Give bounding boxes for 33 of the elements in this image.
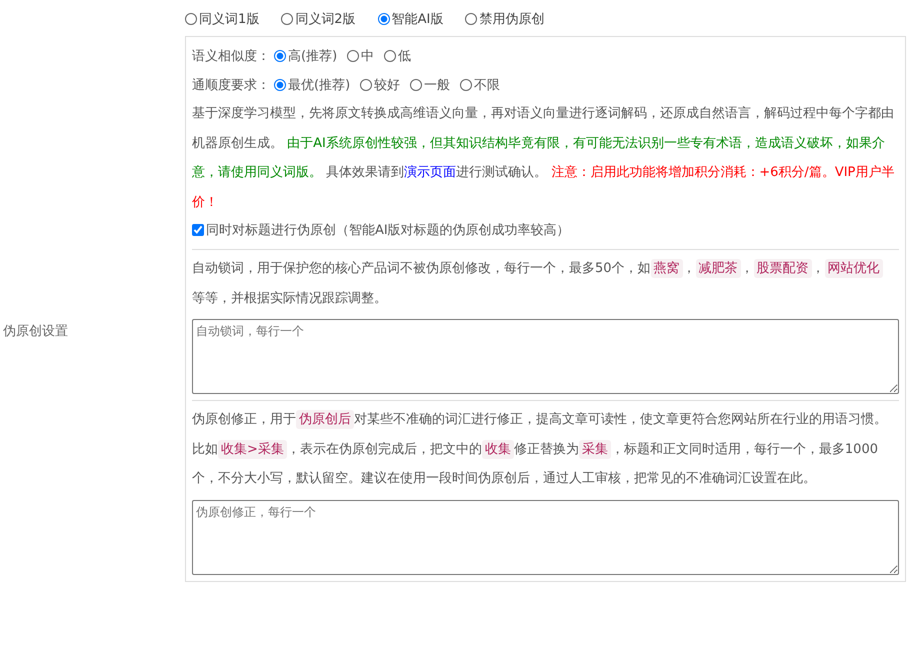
lock-words-field[interactable]: 自动锁词，每行一个 [192, 319, 899, 394]
option-label: 通顺度要求： [192, 76, 270, 94]
settings-label: 伪原创设置 [3, 323, 68, 340]
option-radio[interactable]: 一般 [410, 76, 450, 94]
option-radio[interactable]: 高(推荐) [274, 46, 338, 64]
radio-button[interactable] [460, 78, 472, 90]
option-radio[interactable]: 不限 [460, 76, 500, 94]
option-radio[interactable]: 最优(推荐) [274, 76, 350, 94]
radio-button[interactable] [378, 13, 390, 25]
radio-button[interactable] [274, 50, 286, 62]
option-radio[interactable]: 中 [347, 46, 374, 64]
radio-button[interactable] [465, 13, 478, 25]
correction-text: 伪原创修正，用于 伪原创后 对某些不准确的词汇进行修正，提高文章可读性，使文章更符合您网站所在行业的用语习惯。比如 收集>采集 ，表示在伪原创完成后，把文中的 收集 修正替换为 采集 ，标题和正文同时适用，每行一个，最多1000个，不分大小写，默认留空。建议在使用一段时间伪原创后，通过人工审核，把常见的不准确词汇设置在此。 [192, 409, 888, 488]
correction-field[interactable]: 伪原创修正，每行一个 [192, 500, 899, 574]
option-label: 语义相似度： [192, 48, 270, 64]
mode-radio[interactable]: 同义词1版 [185, 10, 260, 28]
radio-button[interactable] [274, 78, 286, 90]
radio-button[interactable] [185, 13, 197, 25]
mode-radio[interactable]: 智能AI版 [378, 10, 444, 28]
radio-button[interactable] [360, 78, 372, 90]
radio-button[interactable] [384, 50, 396, 62]
description-text: 基于深度学习模型，先将原文转换成高维语义向量，再对语义向量进行逐词解码，还原成自然语言，解码过程中每个字都由机器原创生成。 由于AI系统原创性较强，但其知识结构毕竟有限，有可能无法识别一些专有术语，造成语义破坏，如果介意，请使用同义词版。 具体效果请到演示页面进行测试确认。 注意：启用此功能将增加积分消耗：+6积分/篇。VIP用户半价！ [192, 105, 896, 212]
lock-words-text: 自动锁词，用于保护您的核心产品词不被伪原创修改，每行一个，最多50个，如 燕窝 ， 减肥茶 ， 股票配资 ， 网站优化 等等，并根据实际情况跟踪调整。 [192, 254, 899, 313]
option-radio[interactable]: 较好 [360, 76, 400, 94]
demo-page-link[interactable]: 演示页面 [404, 165, 456, 180]
option-radio[interactable]: 低 [384, 46, 412, 64]
radio-button[interactable] [347, 50, 360, 62]
radio-button[interactable] [281, 13, 294, 25]
title-checkbox[interactable]: 同时对标题进行伪原创（智能AI版对标题的伪原创成功率较高） [192, 217, 570, 243]
radio-button[interactable] [410, 78, 422, 90]
mode-radio[interactable]: 禁用伪原创 [465, 10, 544, 28]
checkbox[interactable] [192, 224, 204, 236]
mode-radio[interactable]: 同义词2版 [281, 10, 356, 28]
